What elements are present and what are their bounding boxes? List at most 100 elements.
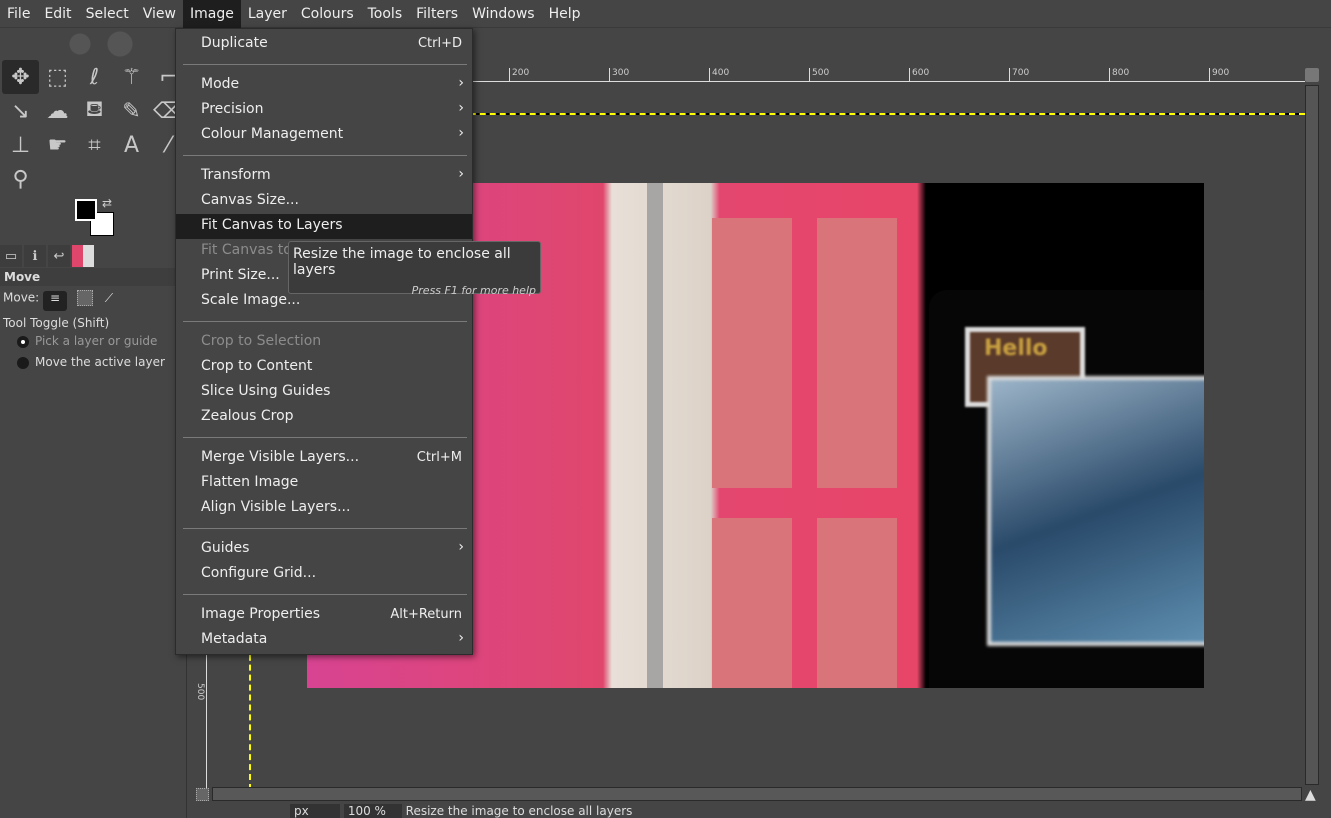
menu-separator bbox=[183, 64, 467, 65]
menu-item-metadata[interactable]: Metadata › bbox=[176, 628, 472, 653]
tool-options-tab-icon[interactable]: ▭ bbox=[0, 245, 22, 267]
window-pane bbox=[712, 218, 792, 488]
swap-colors-icon[interactable]: ⇄ bbox=[102, 196, 112, 210]
menu-layer[interactable]: Layer bbox=[241, 0, 294, 28]
bucket-fill-icon[interactable]: ⛾ bbox=[76, 94, 113, 128]
paintbrush-icon[interactable]: ✎ bbox=[113, 94, 150, 128]
menu-item-label: Fit Canvas to Layers bbox=[201, 217, 343, 233]
menu-file[interactable]: File bbox=[0, 0, 37, 28]
tooltip-help: Press F1 for more help bbox=[411, 284, 536, 297]
tablet-screen bbox=[987, 376, 1204, 646]
quick-mask-icon[interactable] bbox=[196, 788, 209, 801]
paths-icon[interactable]: ⌗ bbox=[76, 128, 113, 162]
fuzzy-select-icon[interactable]: ⚚ bbox=[113, 60, 150, 94]
menu-item-label: Print Size... bbox=[201, 267, 280, 283]
tool-options-title: Move bbox=[0, 268, 187, 286]
menu-item-crop-to-content[interactable]: Crop to Content bbox=[176, 355, 472, 380]
ruler-tick-label: 300 bbox=[609, 68, 629, 81]
device-status-tab-icon[interactable]: ℹ bbox=[24, 245, 46, 267]
menu-item-label: Mode bbox=[201, 76, 240, 92]
menu-item-merge-visible-layers[interactable]: Merge Visible Layers... Ctrl+M bbox=[176, 446, 472, 471]
menu-item-label: Duplicate bbox=[201, 35, 268, 51]
menu-item-slice-using-guides[interactable]: Slice Using Guides bbox=[176, 380, 472, 405]
submenu-arrow-icon: › bbox=[458, 100, 464, 116]
move-layer-icon[interactable]: ≡ bbox=[43, 290, 68, 311]
ruler-tick-label: 800 bbox=[1109, 68, 1129, 81]
radio-move-active[interactable]: Move the active layer bbox=[17, 355, 165, 369]
smudge-icon[interactable]: ☛ bbox=[39, 128, 76, 162]
menu-item-label: Slice Using Guides bbox=[201, 383, 331, 399]
undo-history-tab-icon[interactable]: ↩ bbox=[48, 245, 70, 267]
tool-toggle-label: Tool Toggle (Shift) bbox=[3, 316, 110, 330]
menu-item-configure-grid[interactable]: Configure Grid... bbox=[176, 562, 472, 587]
ruler-tick-label: 200 bbox=[509, 68, 529, 81]
menu-colours[interactable]: Colours bbox=[294, 0, 361, 28]
toolbox: ✥ ⬚ ℓ ⚚ ⌐ ↘ ☁ ⛾ ✎ ⌫ ⊥ ☛ ⌗ A ⁄ ⚲ ⇄ ▭ ℹ ↩ Move Move: ≡ ⟋ … bbox=[0, 28, 187, 818]
clone-icon[interactable]: ⊥ bbox=[2, 128, 39, 162]
ruler-tick-label: 600 bbox=[909, 68, 929, 81]
submenu-arrow-icon: › bbox=[458, 125, 464, 141]
menu-item-label: Zealous Crop bbox=[201, 408, 294, 424]
menu-item-label: Transform bbox=[201, 167, 271, 183]
menu-item-label: Image Properties bbox=[201, 606, 321, 622]
menu-item-crop-to-selection[interactable]: Crop to Selection bbox=[176, 330, 472, 355]
ruler-tick-label: 400 bbox=[709, 68, 729, 81]
menu-separator bbox=[183, 155, 467, 156]
menu-item-label: Crop to Content bbox=[201, 358, 313, 374]
menu-item-label: Guides bbox=[201, 540, 250, 556]
zoom-to-fit-icon[interactable]: ▲ bbox=[1305, 787, 1316, 803]
submenu-arrow-icon: › bbox=[458, 630, 464, 646]
tooltip-text: Resize the image to enclose all layers bbox=[293, 246, 511, 278]
ruler-tick-label: 700 bbox=[1009, 68, 1029, 81]
menu-item-flatten-image[interactable]: Flatten Image bbox=[176, 471, 472, 496]
menu-tools[interactable]: Tools bbox=[361, 0, 410, 28]
unit-select[interactable]: px bbox=[290, 804, 340, 818]
lasso-icon[interactable]: ℓ bbox=[76, 60, 113, 94]
menu-item-precision[interactable]: Precision › bbox=[176, 98, 472, 123]
menu-help[interactable]: Help bbox=[542, 0, 588, 28]
navigate-icon[interactable] bbox=[1305, 68, 1319, 82]
move-mode-row: Move: ≡ ⟋ bbox=[3, 290, 113, 311]
menu-item-label: Crop to Selection bbox=[201, 333, 322, 349]
radio-pick-layer[interactable]: Pick a layer or guide bbox=[17, 334, 157, 348]
menu-item-zealous-crop[interactable]: Zealous Crop bbox=[176, 405, 472, 430]
menu-item-canvas-size[interactable]: Canvas Size... bbox=[176, 189, 472, 214]
menu-item-align-visible-layers[interactable]: Align Visible Layers... bbox=[176, 496, 472, 521]
menu-separator bbox=[183, 321, 467, 322]
transform-icon[interactable]: ↘ bbox=[2, 94, 39, 128]
move-icon[interactable]: ✥ bbox=[2, 60, 39, 94]
horizontal-scrollbar[interactable] bbox=[212, 787, 1302, 801]
menu-separator bbox=[183, 528, 467, 529]
images-tab-icon[interactable] bbox=[72, 245, 94, 267]
menu-item-transform[interactable]: Transform › bbox=[176, 164, 472, 189]
menu-item-guides[interactable]: Guides › bbox=[176, 537, 472, 562]
warp-icon[interactable]: ☁ bbox=[39, 94, 76, 128]
menu-item-colour-management[interactable]: Colour Management › bbox=[176, 123, 472, 148]
foreground-color[interactable] bbox=[75, 199, 97, 221]
zoom-icon[interactable]: ⚲ bbox=[2, 162, 39, 196]
menu-shortcut: Alt+Return bbox=[390, 607, 462, 622]
vertical-scrollbar[interactable] bbox=[1305, 85, 1319, 785]
menu-select[interactable]: Select bbox=[79, 0, 136, 28]
move-path-icon[interactable]: ⟋ bbox=[105, 291, 113, 305]
menu-item-mode[interactable]: Mode › bbox=[176, 73, 472, 98]
menu-item-label: Colour Management bbox=[201, 126, 344, 142]
ruler-tick-label: 900 bbox=[1209, 68, 1229, 81]
menu-shortcut: Ctrl+M bbox=[416, 450, 462, 465]
menu-item-fit-canvas-to-layers[interactable]: Fit Canvas to Layers bbox=[176, 214, 472, 239]
text-icon[interactable]: A bbox=[113, 128, 150, 162]
menu-view[interactable]: View bbox=[136, 0, 183, 28]
status-message: Resize the image to enclose all layers bbox=[405, 804, 633, 818]
status-bar: px 100 % Resize the image to enclose all… bbox=[290, 804, 1290, 818]
menu-image[interactable]: Image bbox=[183, 0, 241, 28]
menu-filters[interactable]: Filters bbox=[409, 0, 465, 28]
menu-edit[interactable]: Edit bbox=[37, 0, 78, 28]
menu-item-duplicate[interactable]: Duplicate Ctrl+D bbox=[176, 32, 472, 57]
menu-shortcut: Ctrl+D bbox=[417, 36, 462, 51]
menubar: File Edit Select View Image Layer Colours Tools… bbox=[0, 0, 1331, 28]
zoom-select[interactable]: 100 % bbox=[343, 804, 402, 818]
move-selection-icon[interactable] bbox=[76, 290, 93, 306]
menu-windows[interactable]: Windows bbox=[465, 0, 542, 28]
rect-select-icon[interactable]: ⬚ bbox=[39, 60, 76, 94]
menu-item-image-properties[interactable]: Image Properties Alt+Return bbox=[176, 603, 472, 628]
